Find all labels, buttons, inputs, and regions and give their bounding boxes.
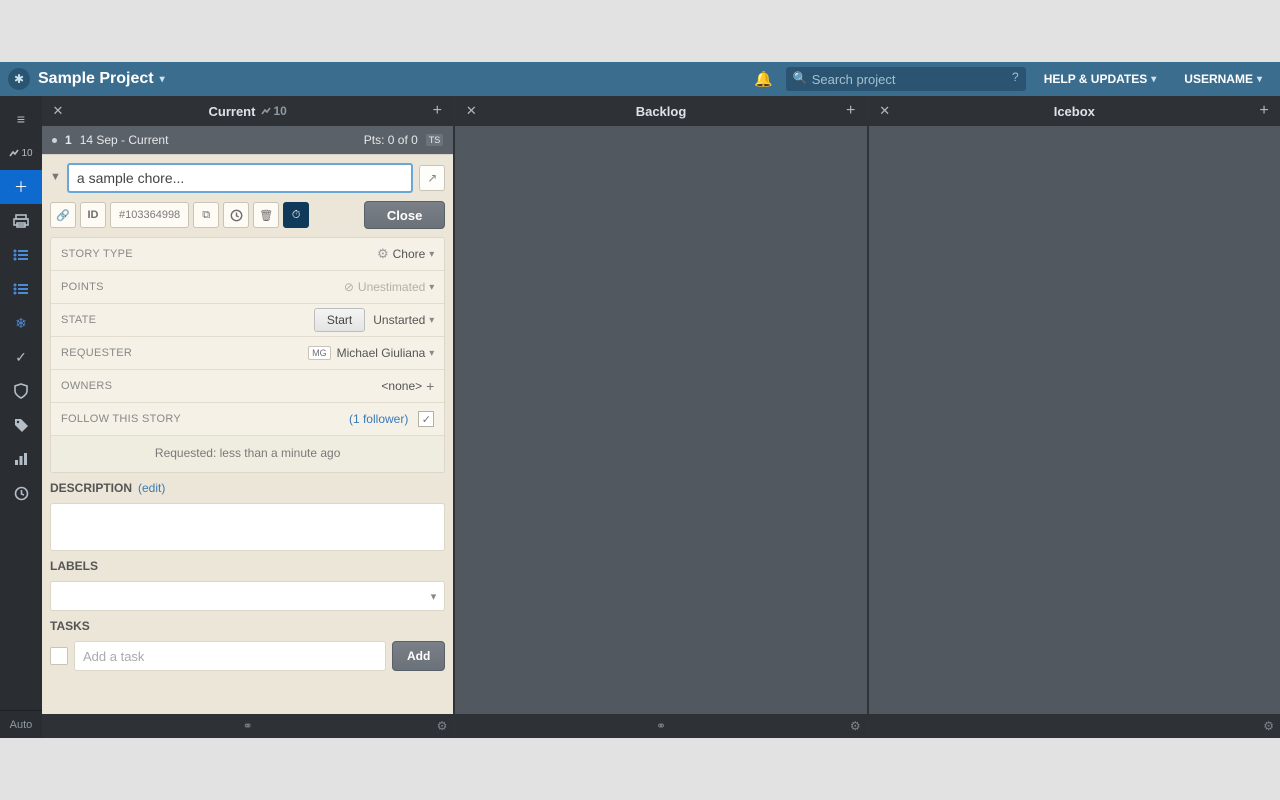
description-textarea[interactable] bbox=[50, 503, 445, 551]
story-collapse-icon[interactable]: ▼ bbox=[50, 171, 61, 183]
story-id-label: ID bbox=[80, 202, 106, 228]
sidebar-snowflake-icon[interactable]: ❄ bbox=[0, 306, 42, 340]
field-follow: FOLLOW THIS STORY (1 follower) ✓ bbox=[51, 403, 444, 436]
story-history-icon[interactable] bbox=[223, 202, 249, 228]
panel-backlog-settings-icon[interactable]: ⚙ bbox=[850, 719, 861, 733]
requester-avatar: MG bbox=[308, 346, 331, 360]
panel-current-settings-icon[interactable]: ⚙ bbox=[437, 719, 448, 733]
panel-icebox-close-icon[interactable]: ✕ bbox=[875, 103, 895, 119]
help-updates-menu[interactable]: HELP & UPDATES bbox=[1034, 72, 1167, 86]
iteration-number: 1 bbox=[65, 133, 72, 147]
sidebar-list-icon-2[interactable] bbox=[0, 272, 42, 306]
add-owner-icon[interactable]: + bbox=[426, 378, 434, 394]
sidebar-tag-icon[interactable] bbox=[0, 408, 42, 442]
story-toolbar: 🔗 ID #103364998 ⧉ 🗑 ⏱ Close bbox=[50, 201, 445, 229]
story-delete-icon[interactable]: 🗑 bbox=[253, 202, 279, 228]
start-button[interactable]: Start bbox=[314, 308, 365, 332]
sidebar-clock-icon[interactable] bbox=[0, 476, 42, 510]
left-sidebar: ≡ 10 ＋ ❄ ✓ bbox=[0, 96, 42, 738]
notifications-icon[interactable]: 🔔 bbox=[750, 70, 778, 88]
search-input-wrap: 🔍 ? bbox=[786, 67, 1026, 91]
description-header: DESCRIPTION (edit) bbox=[50, 481, 445, 495]
sidebar-auto-label[interactable]: Auto bbox=[0, 710, 42, 738]
gear-icon: ⚙ bbox=[377, 246, 389, 262]
sidebar-list-icon-1[interactable] bbox=[0, 238, 42, 272]
description-edit-link[interactable]: (edit) bbox=[138, 481, 165, 495]
iteration-badge: TS bbox=[426, 134, 444, 146]
labels-select[interactable]: ▾ bbox=[50, 581, 445, 611]
field-owners[interactable]: OWNERS <none> + bbox=[51, 370, 444, 403]
panel-icebox-add-icon[interactable]: + bbox=[1254, 102, 1274, 120]
sidebar-chart-icon[interactable] bbox=[0, 442, 42, 476]
sidebar-add-button[interactable]: ＋ bbox=[0, 170, 42, 204]
task-add-button[interactable]: Add bbox=[392, 641, 445, 671]
task-input[interactable] bbox=[74, 641, 386, 671]
sidebar-print-icon[interactable] bbox=[0, 204, 42, 238]
panel-current-title: Current 10 bbox=[68, 104, 427, 119]
iteration-points: Pts: 0 of 0 bbox=[364, 133, 418, 147]
panel-backlog: ✕ Backlog + ⚭ ⚙ bbox=[455, 96, 866, 738]
panel-current-link-icon[interactable]: ⚭ bbox=[243, 719, 253, 733]
panel-current-add-icon[interactable]: + bbox=[427, 102, 447, 120]
project-selector[interactable]: Sample Project bbox=[38, 70, 165, 88]
story-link-icon[interactable]: 🔗 bbox=[50, 202, 76, 228]
unestimated-icon: ⊘ bbox=[344, 280, 354, 294]
story-close-button[interactable]: Close bbox=[364, 201, 445, 229]
topbar: ✱ Sample Project 🔔 🔍 ? HELP & UPDATES US… bbox=[0, 62, 1280, 96]
labels-header: LABELS bbox=[50, 559, 445, 573]
user-menu[interactable]: USERNAME bbox=[1174, 72, 1272, 86]
panel-current: ✕ Current 10 + 1 14 Sep - Current Pts: 0… bbox=[42, 96, 453, 738]
panel-current-close-icon[interactable]: ✕ bbox=[48, 103, 68, 119]
sidebar-check-icon[interactable]: ✓ bbox=[0, 340, 42, 374]
panel-backlog-title: Backlog bbox=[481, 104, 840, 119]
field-points[interactable]: POINTS ⊘ Unestimated ▾ bbox=[51, 271, 444, 304]
iteration-range: 14 Sep - Current bbox=[80, 133, 169, 147]
tasks-header: TASKS bbox=[50, 619, 445, 633]
panel-icebox-settings-icon[interactable]: ⚙ bbox=[1263, 719, 1274, 733]
iteration-header: 1 14 Sep - Current Pts: 0 of 0 TS bbox=[42, 126, 453, 154]
state-dropdown[interactable]: Unstarted ▾ bbox=[373, 313, 434, 327]
story-timer-icon[interactable]: ⏱ bbox=[283, 202, 309, 228]
sidebar-velocity-button[interactable]: 10 bbox=[0, 136, 42, 170]
search-icon: 🔍 bbox=[793, 71, 808, 85]
project-name-label: Sample Project bbox=[38, 70, 154, 88]
sidebar-shield-icon[interactable] bbox=[0, 374, 42, 408]
sidebar-hamburger-icon[interactable]: ≡ bbox=[0, 102, 42, 136]
field-state: STATE Start Unstarted ▾ bbox=[51, 304, 444, 337]
logo-icon[interactable]: ✱ bbox=[8, 68, 30, 90]
requested-time-label: Requested: less than a minute ago bbox=[51, 436, 444, 472]
story-clone-icon[interactable]: ⧉ bbox=[193, 202, 219, 228]
story-fields: STORY TYPE ⚙ Chore ▾ POINTS ⊘ Unestimate… bbox=[50, 237, 445, 473]
story-id-value[interactable]: #103364998 bbox=[110, 202, 189, 228]
task-checkbox[interactable] bbox=[50, 647, 68, 665]
field-story-type[interactable]: STORY TYPE ⚙ Chore ▾ bbox=[51, 238, 444, 271]
follower-count[interactable]: (1 follower) bbox=[349, 412, 408, 426]
panel-backlog-close-icon[interactable]: ✕ bbox=[461, 103, 481, 119]
panel-backlog-link-icon[interactable]: ⚭ bbox=[656, 719, 666, 733]
search-input[interactable] bbox=[786, 67, 1026, 91]
search-help-icon[interactable]: ? bbox=[1012, 70, 1019, 84]
story-card: ▼ ↗ 🔗 ID #103364998 ⧉ 🗑 ⏱ bbox=[42, 154, 453, 714]
panel-icebox: ✕ Icebox + ⚙ bbox=[869, 96, 1280, 738]
field-requester[interactable]: REQUESTER MG Michael Giuliana ▾ bbox=[51, 337, 444, 370]
panel-backlog-add-icon[interactable]: + bbox=[841, 102, 861, 120]
follow-checkbox[interactable]: ✓ bbox=[418, 411, 434, 427]
iteration-dot-icon bbox=[52, 138, 57, 143]
story-expand-icon[interactable]: ↗ bbox=[419, 165, 445, 191]
story-title-input[interactable] bbox=[67, 163, 413, 193]
panel-icebox-title: Icebox bbox=[895, 104, 1254, 119]
